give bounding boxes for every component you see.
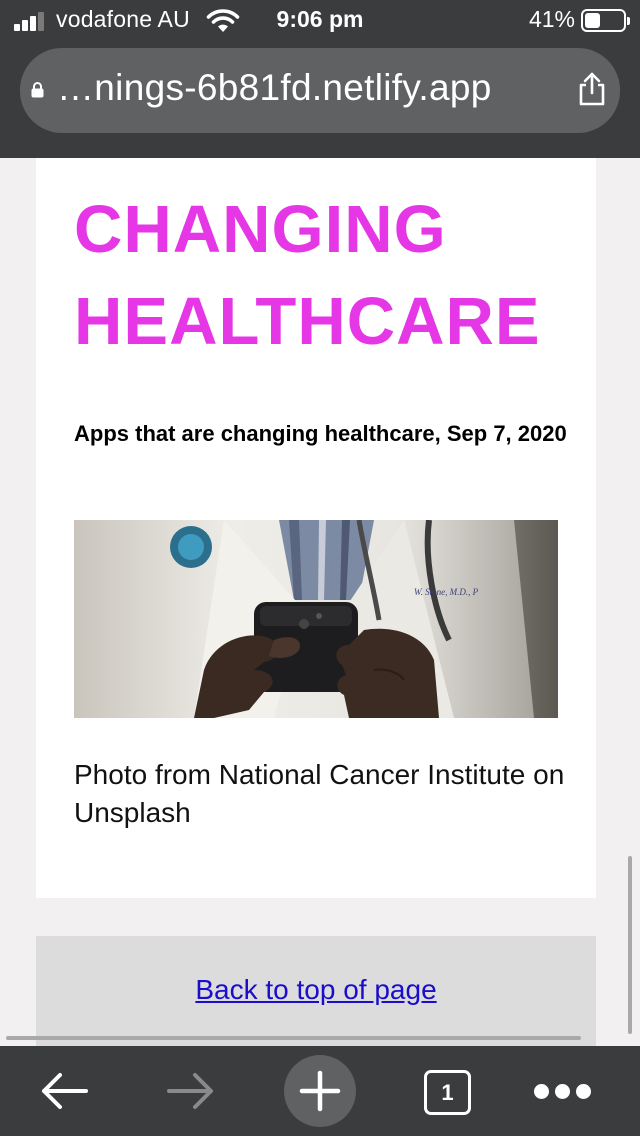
new-tab-button[interactable]	[284, 1055, 356, 1127]
tab-switcher-button[interactable]: 1	[424, 1070, 471, 1115]
page-footer: Back to top of page	[36, 936, 596, 1046]
browser-top-chrome: vodafone AU 9:06 pm 41% …nings-6b81fd.ne…	[0, 0, 640, 158]
article-card: CHANGING HEALTHCARE Apps that are changi…	[36, 158, 596, 898]
status-bar: vodafone AU 9:06 pm 41%	[0, 0, 640, 42]
svg-text:W. Stone, M.D., P: W. Stone, M.D., P	[414, 587, 479, 597]
back-to-top-link[interactable]: Back to top of page	[36, 974, 596, 1006]
url-text[interactable]: …nings-6b81fd.netlify.app	[57, 67, 492, 109]
vertical-scrollbar[interactable]	[628, 856, 632, 1034]
more-dots-icon[interactable]	[534, 1084, 594, 1100]
article-photo: W. Stone, M.D., P	[74, 520, 558, 718]
arrow-left-icon	[42, 1073, 88, 1109]
battery-level	[585, 13, 600, 28]
share-icon[interactable]	[575, 71, 609, 107]
battery-icon	[581, 9, 630, 32]
battery-percent: 41%	[528, 6, 575, 32]
back-button[interactable]	[29, 1056, 99, 1126]
address-bar[interactable]: …nings-6b81fd.netlify.app	[20, 48, 620, 133]
page-title: CHANGING HEALTHCARE	[74, 192, 541, 359]
lock-icon	[31, 82, 44, 98]
browser-toolbar: 1	[0, 1046, 640, 1136]
forward-button[interactable]	[156, 1056, 226, 1126]
doctor-holding-phone-photo: W. Stone, M.D., P	[74, 520, 558, 718]
horizontal-scrollbar[interactable]	[6, 1036, 581, 1040]
plus-icon	[299, 1070, 341, 1112]
photo-caption: Photo from National Cancer Institute on …	[74, 759, 565, 828]
web-page: CHANGING HEALTHCARE Apps that are changi…	[0, 158, 640, 1046]
article-subtitle: Apps that are changing healthcare, Sep 7…	[74, 421, 567, 446]
arrow-right-icon	[167, 1073, 213, 1109]
